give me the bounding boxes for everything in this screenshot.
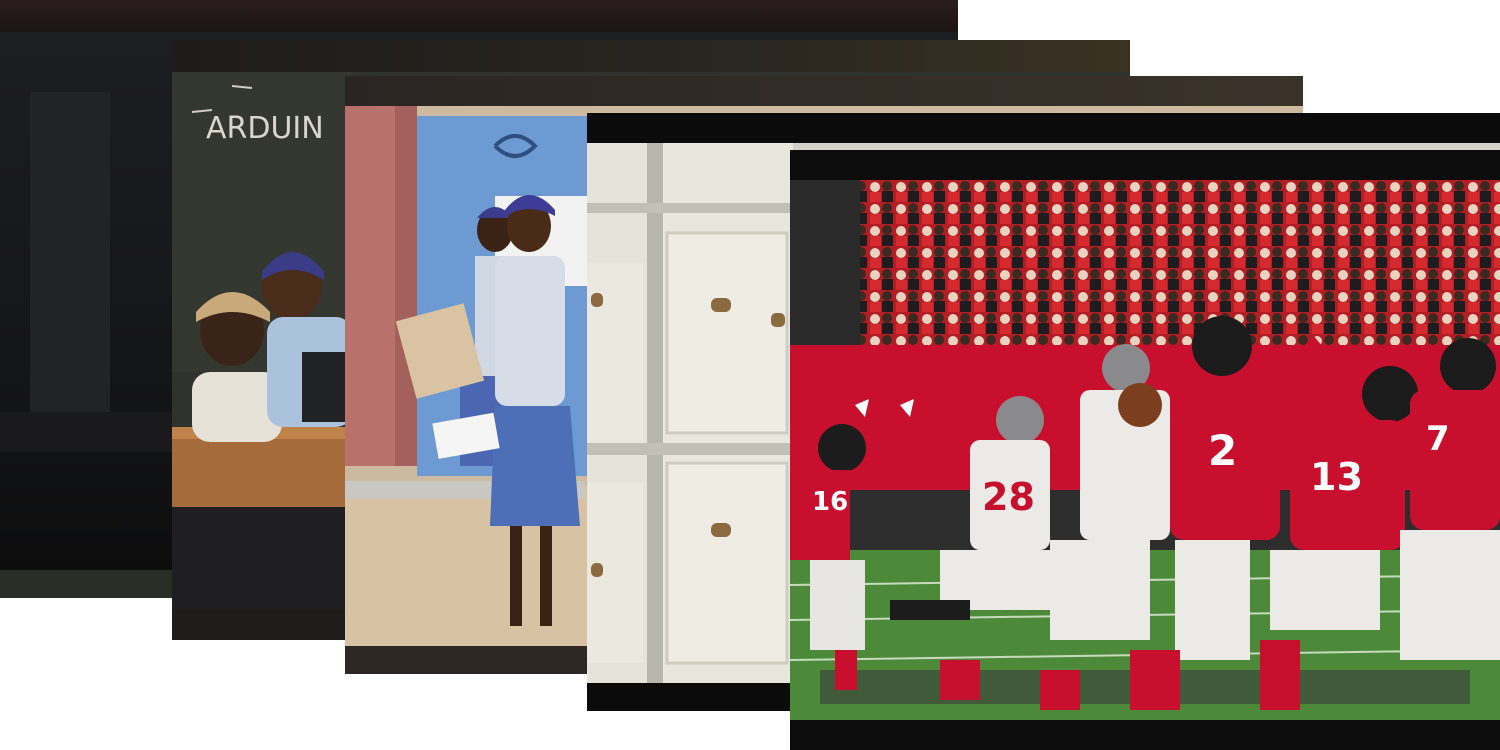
svg-text:2: 2 — [1208, 426, 1237, 475]
svg-text:28: 28 — [982, 475, 1035, 519]
media-gallery-stack: ARDUIN 16 28 2 13 7 — [0, 0, 1500, 750]
svg-text:7: 7 — [1426, 419, 1450, 459]
thumbnail-bottom-bar — [790, 720, 1500, 750]
video-thumbnail-football[interactable]: 16 28 2 13 7 — [790, 150, 1500, 750]
thumbnail-top-bar — [345, 76, 1303, 106]
thumbnail-top-bar — [587, 113, 1500, 143]
svg-text:16: 16 — [812, 487, 848, 517]
thumbnail-top-bar — [0, 0, 958, 32]
thumbnail-top-bar — [790, 150, 1500, 180]
thumbnail-top-bar — [172, 40, 1130, 72]
svg-text:13: 13 — [1310, 455, 1363, 499]
thumbnail-image: 16 28 2 13 7 — [790, 180, 1500, 720]
chalkboard-text: ARDUIN — [206, 111, 324, 146]
